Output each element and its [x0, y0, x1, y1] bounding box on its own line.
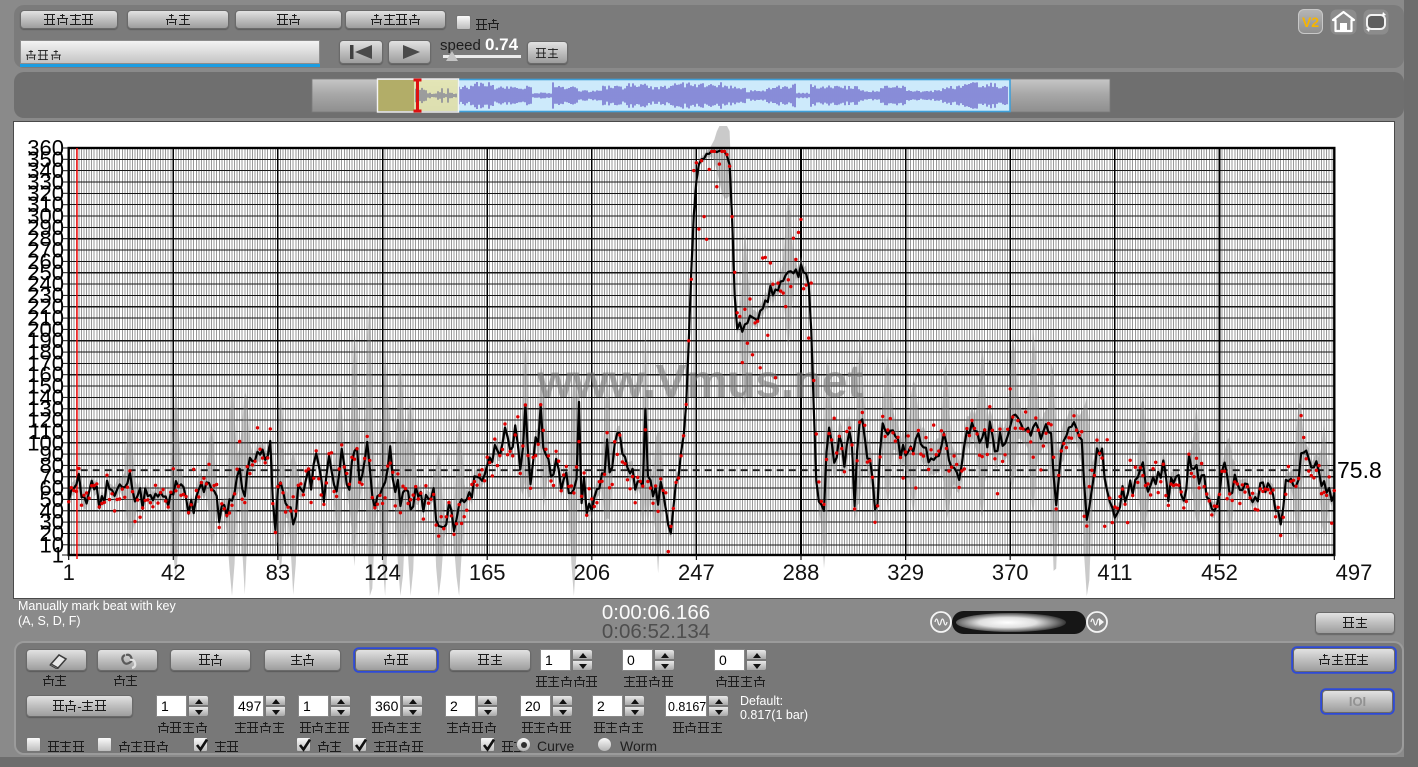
svg-text:452: 452	[1201, 560, 1238, 585]
svg-text:165: 165	[469, 560, 506, 585]
svg-text:329: 329	[887, 560, 924, 585]
svg-text:370: 370	[992, 560, 1029, 585]
svg-text:206: 206	[573, 560, 610, 585]
svg-text:42: 42	[161, 560, 185, 585]
svg-text:288: 288	[783, 560, 820, 585]
svg-text:497: 497	[1336, 560, 1373, 585]
svg-text:83: 83	[266, 560, 290, 585]
svg-text:1: 1	[63, 560, 75, 585]
svg-text:247: 247	[678, 560, 715, 585]
svg-text:411: 411	[1097, 560, 1132, 585]
svg-text:75.8: 75.8	[1337, 457, 1382, 483]
svg-text:124: 124	[364, 560, 401, 585]
